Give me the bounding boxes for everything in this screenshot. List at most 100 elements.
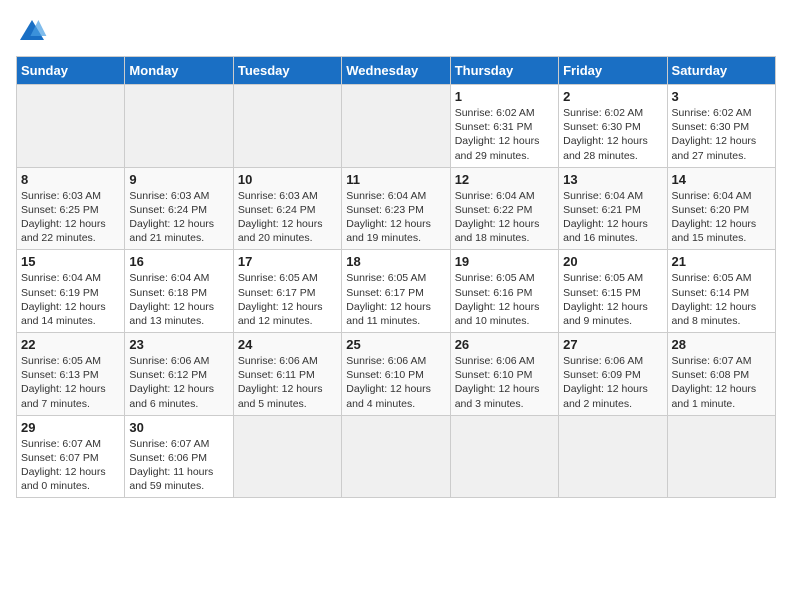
day-info: Sunrise: 6:07 AMSunset: 6:08 PMDaylight:… [672,354,771,411]
calendar-cell: 15 Sunrise: 6:04 AMSunset: 6:19 PMDayligh… [17,250,125,333]
calendar-cell [233,85,341,168]
day-info: Sunrise: 6:06 AMSunset: 6:12 PMDaylight:… [129,354,228,411]
day-number: 13 [563,172,662,187]
day-number: 27 [563,337,662,352]
day-info: Sunrise: 6:06 AMSunset: 6:10 PMDaylight:… [455,354,554,411]
day-info: Sunrise: 6:03 AMSunset: 6:24 PMDaylight:… [129,189,228,246]
day-info: Sunrise: 6:05 AMSunset: 6:15 PMDaylight:… [563,271,662,328]
logo-icon [16,16,48,48]
calendar-cell: 26 Sunrise: 6:06 AMSunset: 6:10 PMDayligh… [450,333,558,416]
calendar-cell [559,415,667,498]
calendar-cell: 3 Sunrise: 6:02 AMSunset: 6:30 PMDaylight… [667,85,775,168]
day-number: 30 [129,420,228,435]
calendar-cell: 11 Sunrise: 6:04 AMSunset: 6:23 PMDayligh… [342,167,450,250]
calendar-cell: 16 Sunrise: 6:04 AMSunset: 6:18 PMDayligh… [125,250,233,333]
day-number: 16 [129,254,228,269]
calendar-week-row: 29 Sunrise: 6:07 AMSunset: 6:07 PMDayligh… [17,415,776,498]
calendar-cell: 29 Sunrise: 6:07 AMSunset: 6:07 PMDayligh… [17,415,125,498]
day-info: Sunrise: 6:02 AMSunset: 6:30 PMDaylight:… [672,106,771,163]
day-number: 15 [21,254,120,269]
calendar-body: 1 Sunrise: 6:02 AMSunset: 6:31 PMDaylight… [17,85,776,498]
day-number: 17 [238,254,337,269]
day-of-week-header: Friday [559,57,667,85]
day-info: Sunrise: 6:03 AMSunset: 6:25 PMDaylight:… [21,189,120,246]
calendar-cell: 13 Sunrise: 6:04 AMSunset: 6:21 PMDayligh… [559,167,667,250]
day-number: 29 [21,420,120,435]
day-info: Sunrise: 6:06 AMSunset: 6:10 PMDaylight:… [346,354,445,411]
calendar-cell: 18 Sunrise: 6:05 AMSunset: 6:17 PMDayligh… [342,250,450,333]
day-number: 11 [346,172,445,187]
day-number: 8 [21,172,120,187]
day-info: Sunrise: 6:05 AMSunset: 6:13 PMDaylight:… [21,354,120,411]
day-info: Sunrise: 6:04 AMSunset: 6:23 PMDaylight:… [346,189,445,246]
calendar-cell [125,85,233,168]
day-of-week-header: Tuesday [233,57,341,85]
day-info: Sunrise: 6:02 AMSunset: 6:31 PMDaylight:… [455,106,554,163]
day-number: 2 [563,89,662,104]
day-of-week-header: Saturday [667,57,775,85]
day-info: Sunrise: 6:05 AMSunset: 6:14 PMDaylight:… [672,271,771,328]
day-number: 14 [672,172,771,187]
calendar-table: SundayMondayTuesdayWednesdayThursdayFrid… [16,56,776,498]
day-number: 25 [346,337,445,352]
day-info: Sunrise: 6:02 AMSunset: 6:30 PMDaylight:… [563,106,662,163]
calendar-header-row: SundayMondayTuesdayWednesdayThursdayFrid… [17,57,776,85]
calendar-cell: 12 Sunrise: 6:04 AMSunset: 6:22 PMDayligh… [450,167,558,250]
calendar-cell: 8 Sunrise: 6:03 AMSunset: 6:25 PMDaylight… [17,167,125,250]
day-number: 18 [346,254,445,269]
calendar-cell: 21Sunrise: 6:05 AMSunset: 6:14 PMDayligh… [667,250,775,333]
calendar-cell [233,415,341,498]
calendar-cell: 24Sunrise: 6:06 AMSunset: 6:11 PMDayligh… [233,333,341,416]
calendar-cell: 25 Sunrise: 6:06 AMSunset: 6:10 PMDayligh… [342,333,450,416]
calendar-cell: 22 Sunrise: 6:05 AMSunset: 6:13 PMDayligh… [17,333,125,416]
day-number: 19 [455,254,554,269]
day-number: 26 [455,337,554,352]
day-number: 23 [129,337,228,352]
calendar-cell: 10 Sunrise: 6:03 AMSunset: 6:24 PMDayligh… [233,167,341,250]
day-of-week-header: Sunday [17,57,125,85]
day-of-week-header: Thursday [450,57,558,85]
day-number: 12 [455,172,554,187]
day-info: Sunrise: 6:04 AMSunset: 6:18 PMDaylight:… [129,271,228,328]
calendar-cell: 30 Sunrise: 6:07 AMSunset: 6:06 PMDayligh… [125,415,233,498]
calendar-cell: 19 Sunrise: 6:05 AMSunset: 6:16 PMDayligh… [450,250,558,333]
calendar-cell: 14 Sunrise: 6:04 AMSunset: 6:20 PMDayligh… [667,167,775,250]
calendar-cell [450,415,558,498]
day-info: Sunrise: 6:04 AMSunset: 6:19 PMDaylight:… [21,271,120,328]
day-info: Sunrise: 6:05 AMSunset: 6:17 PMDaylight:… [238,271,337,328]
calendar-cell [342,85,450,168]
day-info: Sunrise: 6:04 AMSunset: 6:22 PMDaylight:… [455,189,554,246]
day-number: 9 [129,172,228,187]
calendar-week-row: 15 Sunrise: 6:04 AMSunset: 6:19 PMDayligh… [17,250,776,333]
day-info: Sunrise: 6:04 AMSunset: 6:20 PMDaylight:… [672,189,771,246]
day-of-week-header: Wednesday [342,57,450,85]
day-number: 22 [21,337,120,352]
day-number: 1 [455,89,554,104]
day-info: Sunrise: 6:06 AMSunset: 6:11 PMDaylight:… [238,354,337,411]
calendar-cell [667,415,775,498]
calendar-cell: 27Sunrise: 6:06 AMSunset: 6:09 PMDayligh… [559,333,667,416]
page-header [16,16,776,48]
day-number: 10 [238,172,337,187]
calendar-cell: 23 Sunrise: 6:06 AMSunset: 6:12 PMDayligh… [125,333,233,416]
calendar-cell: 17 Sunrise: 6:05 AMSunset: 6:17 PMDayligh… [233,250,341,333]
calendar-week-row: 22 Sunrise: 6:05 AMSunset: 6:13 PMDayligh… [17,333,776,416]
day-of-week-header: Monday [125,57,233,85]
calendar-cell [342,415,450,498]
logo [16,16,52,48]
day-info: Sunrise: 6:05 AMSunset: 6:16 PMDaylight:… [455,271,554,328]
day-info: Sunrise: 6:07 AMSunset: 6:07 PMDaylight:… [21,437,120,494]
day-info: Sunrise: 6:05 AMSunset: 6:17 PMDaylight:… [346,271,445,328]
calendar-cell: 2 Sunrise: 6:02 AMSunset: 6:30 PMDaylight… [559,85,667,168]
day-info: Sunrise: 6:04 AMSunset: 6:21 PMDaylight:… [563,189,662,246]
calendar-cell: 20Sunrise: 6:05 AMSunset: 6:15 PMDayligh… [559,250,667,333]
calendar-cell: 1 Sunrise: 6:02 AMSunset: 6:31 PMDaylight… [450,85,558,168]
day-info: Sunrise: 6:03 AMSunset: 6:24 PMDaylight:… [238,189,337,246]
calendar-cell [17,85,125,168]
calendar-week-row: 8 Sunrise: 6:03 AMSunset: 6:25 PMDaylight… [17,167,776,250]
calendar-cell: 28 Sunrise: 6:07 AMSunset: 6:08 PMDayligh… [667,333,775,416]
calendar-week-row: 1 Sunrise: 6:02 AMSunset: 6:31 PMDaylight… [17,85,776,168]
day-info: Sunrise: 6:07 AMSunset: 6:06 PMDaylight:… [129,437,228,494]
day-number: 3 [672,89,771,104]
day-number: 28 [672,337,771,352]
